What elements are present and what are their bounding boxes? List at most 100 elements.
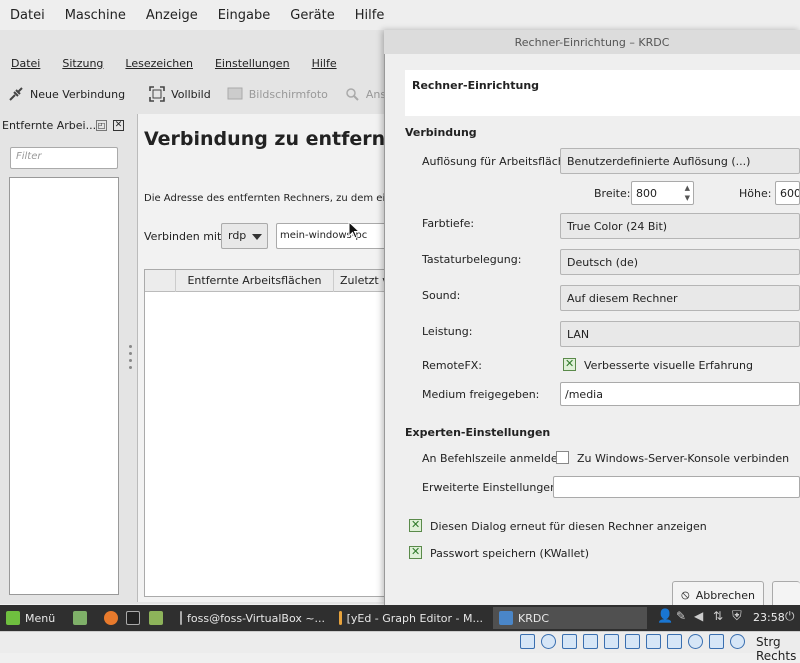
height-spinbox[interactable]: 600 [775, 181, 800, 205]
performance-label: Leistung: [422, 325, 473, 338]
vbox-shared-folder-icon[interactable] [625, 634, 640, 649]
keyboard-label: Tastaturbelegung: [422, 253, 522, 266]
table-col-icon[interactable] [145, 270, 175, 292]
vbox-menu-datei[interactable]: Datei [0, 8, 55, 23]
chevron-down-icon [252, 234, 262, 240]
vbox-menu-maschine[interactable]: Maschine [55, 8, 136, 23]
width-spinbox[interactable]: 800 ▲ ▼ [631, 181, 694, 205]
fullscreen-icon [149, 86, 165, 102]
task-yed-label: [yEd - Graph Editor - M... [346, 611, 483, 625]
spin-arrows-icon[interactable]: ▲ ▼ [685, 183, 690, 203]
folder-icon[interactable] [149, 611, 163, 625]
krdc-icon [499, 611, 513, 625]
height-label: Höhe: [739, 187, 772, 200]
table-col-remote[interactable]: Entfernte Arbeitsflächen [175, 270, 333, 292]
color-depth-label: Farbtiefe: [422, 217, 475, 230]
firefox-icon[interactable] [104, 611, 118, 625]
clock[interactable]: 23:58 [753, 611, 785, 624]
shield-icon[interactable]: ⛨ [732, 609, 742, 624]
vbox-menu-eingabe[interactable]: Eingabe [208, 8, 281, 23]
console-label: An Befehlszeile anmelden: [422, 452, 569, 465]
dialog-banner-title: Rechner-Einrichtung [412, 79, 540, 92]
panel-description: Die Adresse des entfernten Rechners, zu … [144, 193, 384, 204]
krdc-menu-datei[interactable]: Datei [0, 57, 51, 70]
krdc-menu-einstellungen[interactable]: Einstellungen [204, 57, 301, 70]
connect-with-label: Verbinden mit: [144, 230, 225, 243]
task-krdc[interactable]: KRDC [493, 607, 647, 629]
terminal-icon[interactable] [126, 611, 140, 625]
tools-icon[interactable]: ✎ [676, 609, 686, 623]
task-krdc-label: KRDC [518, 611, 550, 625]
vbox-usb-icon[interactable] [604, 634, 619, 649]
vbox-keyboard-icon[interactable] [730, 634, 745, 649]
vbox-hdd-icon[interactable] [520, 634, 535, 649]
vbox-display-icon[interactable] [646, 634, 661, 649]
filter-input[interactable]: Filter [10, 147, 118, 169]
console-check-label[interactable]: Zu Windows-Server-Konsole verbinden [577, 452, 789, 465]
sound-label: Sound: [422, 289, 461, 302]
krdc-toolbar: Neue Verbindung Vollbild Bildschirmfoto … [0, 80, 420, 108]
task-yed[interactable]: [yEd - Graph Editor - M... [333, 607, 489, 629]
keyboard-select[interactable]: Deutsch (de) [560, 249, 800, 275]
vbox-menu-hilfe[interactable]: Hilfe [345, 8, 395, 23]
vbox-menu-geraete[interactable]: Geräte [280, 8, 344, 23]
dock-float-icon[interactable]: ◰ [96, 120, 107, 131]
section-expert: Experten-Einstellungen [405, 426, 551, 439]
table-col-last[interactable]: Zuletzt ve [333, 270, 387, 292]
fullscreen-label: Vollbild [171, 87, 211, 101]
save-password-label[interactable]: Passwort speichern (KWallet) [430, 547, 589, 560]
dock-close-icon[interactable]: ✕ [113, 120, 124, 131]
vbox-optical-icon[interactable] [541, 634, 556, 649]
screenshot-button[interactable]: Bildschirmfoto [219, 81, 336, 107]
vbox-cpu-icon[interactable] [688, 634, 703, 649]
panel-title: Verbindung zu entfernten [144, 128, 384, 150]
volume-icon[interactable]: ◀ [694, 609, 703, 623]
remote-desktops-list[interactable] [9, 177, 119, 595]
system-icon[interactable]: ⏻ [785, 609, 795, 624]
save-password-checkbox[interactable] [409, 545, 422, 559]
color-depth-select[interactable]: True Color (24 Bit) [560, 213, 800, 239]
remotefx-checkbox[interactable] [563, 357, 576, 371]
task-terminal[interactable]: foss@foss-VirtualBox ~... [174, 607, 328, 629]
start-menu-label: Menü [25, 611, 56, 625]
vbox-network-icon[interactable] [583, 634, 598, 649]
protocol-value: rdp [228, 229, 247, 242]
vbox-menubar: Datei Maschine Anzeige Eingabe Geräte Hi… [0, 0, 800, 30]
sound-select[interactable]: Auf diesem Rechner [560, 285, 800, 311]
width-label: Breite: [594, 187, 631, 200]
protocol-select[interactable]: rdp [221, 223, 268, 249]
show-again-checkbox[interactable] [409, 518, 422, 532]
start-menu-button[interactable]: Menü [0, 607, 64, 629]
console-checkbox[interactable] [556, 451, 569, 464]
advanced-input[interactable] [553, 476, 800, 498]
yed-icon [339, 611, 342, 625]
krdc-menu-sitzung[interactable]: Sitzung [51, 57, 114, 70]
section-connection: Verbindung [405, 126, 477, 139]
vbox-audio-icon[interactable] [562, 634, 577, 649]
network-icon[interactable]: ⇅ [713, 609, 723, 623]
remote-desktops-table[interactable] [144, 269, 388, 597]
krdc-menu-hilfe[interactable]: Hilfe [301, 57, 348, 70]
resolution-select[interactable]: Benutzerdefinierte Auflösung (...) [560, 148, 800, 174]
show-again-label[interactable]: Diesen Dialog erneut für diesen Rechner … [430, 520, 707, 533]
vbox-menu-anzeige[interactable]: Anzeige [136, 8, 208, 23]
krdc-menubar: Datei Sitzung Lesezeichen Einstellungen … [0, 52, 348, 74]
krdc-menu-lesezeichen[interactable]: Lesezeichen [114, 57, 204, 70]
fullscreen-button[interactable]: Vollbild [141, 81, 219, 107]
vbox-recording-icon[interactable] [667, 634, 682, 649]
performance-select[interactable]: LAN [560, 321, 800, 347]
address-input[interactable]: mein-windows-pc [276, 223, 388, 249]
splitter-handle[interactable] [129, 345, 132, 373]
screenshot-label: Bildschirmfoto [248, 87, 328, 101]
dock-title: Entfernte Arbei... [2, 119, 97, 132]
mouse-cursor-icon [348, 221, 360, 239]
new-connection-label: Neue Verbindung [30, 87, 126, 101]
remotefx-check-label[interactable]: Verbesserte visuelle Erfahrung [584, 359, 753, 372]
vbox-mouse-icon[interactable] [709, 634, 724, 649]
show-desktop-icon[interactable] [73, 611, 87, 625]
user-icon[interactable]: 👤 [657, 609, 673, 624]
screenshot-icon [227, 87, 243, 100]
host-config-dialog [384, 30, 800, 605]
media-input[interactable]: /media [560, 382, 800, 406]
new-connection-button[interactable]: Neue Verbindung [0, 81, 133, 107]
